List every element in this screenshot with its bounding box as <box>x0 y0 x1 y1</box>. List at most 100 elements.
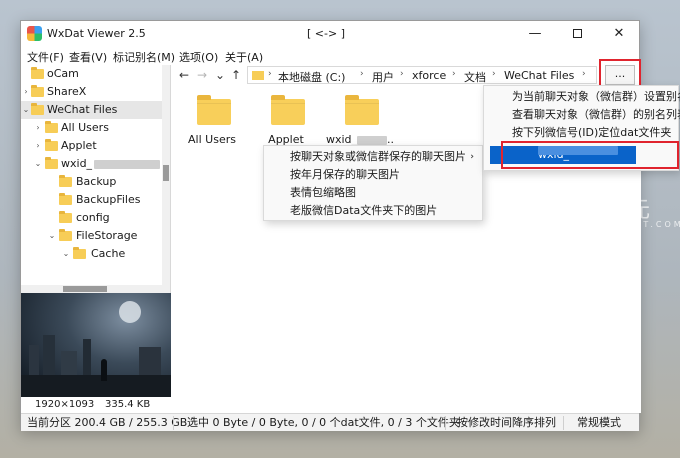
file-item-applet[interactable]: Applet <box>251 91 321 151</box>
folder-icon <box>45 139 58 151</box>
folder-icon <box>45 121 58 133</box>
tree-item-label: Cache <box>91 247 126 260</box>
chevron-right-icon: › <box>400 69 404 79</box>
status-selection: 选中 0 Byte / 0 Byte, 0 / 0 个dat文件, 0 / 3 … <box>187 416 460 429</box>
image-preview <box>21 293 171 397</box>
tree-item-wxid[interactable]: ⌄ wxid_ <box>21 155 163 173</box>
ctx-item-alias-list[interactable]: 查看聊天对象（微信群）的别名列表 <box>484 106 680 124</box>
tree-vertical-scrollbar[interactable] <box>162 65 170 293</box>
folder-icon <box>59 175 72 187</box>
forward-button[interactable]: → <box>195 67 209 83</box>
tree-horizontal-scroll-thumb[interactable] <box>63 286 107 292</box>
tree-item-backup[interactable]: Backup <box>21 173 163 191</box>
path-field[interactable]: › 本地磁盘 (C:) › 用户 › xforce › 文档 › WeChat … <box>247 66 597 84</box>
menu-alias[interactable]: 标记别名(M) <box>113 49 175 65</box>
status-divider <box>173 416 174 430</box>
center-title: [ <-> ] <box>307 27 345 40</box>
ctx-item-locate-by-id[interactable]: 按下列微信号(ID)定位dat文件夹 <box>484 124 678 142</box>
minimize-button[interactable]: — <box>515 21 555 47</box>
maximize-button[interactable] <box>557 21 597 47</box>
tree-item-applet[interactable]: › Applet <box>21 137 163 155</box>
tree-item-label: oCam <box>47 67 79 80</box>
folder-icon <box>59 211 72 223</box>
tree-item-label: ShareX <box>47 85 87 98</box>
ctx-item-by-month[interactable]: 按年月保存的聊天图片 <box>264 166 482 184</box>
folder-icon <box>31 103 44 115</box>
collapse-icon[interactable]: ⌄ <box>61 245 71 263</box>
menu-about[interactable]: 关于(A) <box>225 49 263 65</box>
tree-item-label: FileStorage <box>76 229 138 242</box>
ctx-item-legacy-data[interactable]: 老版微信Data文件夹下的图片 <box>264 202 482 220</box>
wxid-prefix: wxid_ <box>61 157 93 170</box>
collapse-icon[interactable]: ⌄ <box>47 227 57 245</box>
file-label: All Users <box>188 133 236 146</box>
tree-item-cache[interactable]: ⌄ Cache <box>21 245 163 263</box>
status-bar: 当前分区 200.4 GB / 255.3 GB 选中 0 Byte / 0 B… <box>21 413 639 431</box>
tree-item-label: wxid_ <box>61 155 161 173</box>
tree-horizontal-scrollbar[interactable] <box>21 285 170 293</box>
expand-icon[interactable]: › <box>21 83 31 101</box>
menu-bar: 文件(F) 查看(V) 标记别名(M) 选项(O) 关于(A) <box>21 47 639 65</box>
maximize-icon <box>572 29 582 38</box>
crumb-users[interactable]: 用户 <box>372 69 394 85</box>
ctx-item-label: 按年月保存的聊天图片 <box>290 168 400 181</box>
address-bar: ← → ⌄ ↑ › 本地磁盘 (C:) › 用户 › xforce › 文档 ›… <box>173 65 641 85</box>
file-item-all-users[interactable]: All Users <box>177 91 247 151</box>
tree-item-backupfiles[interactable]: BackupFiles <box>21 191 163 209</box>
crumb-xforce[interactable]: xforce <box>412 69 446 82</box>
crumb-drive[interactable]: 本地磁盘 (C:) <box>278 69 345 85</box>
tree-item-sharex[interactable]: › ShareX <box>21 83 163 101</box>
collapse-icon[interactable]: ⌄ <box>33 155 43 173</box>
tree-item-ocam[interactable]: oCam <box>21 65 163 83</box>
back-button[interactable]: ← <box>177 67 191 83</box>
tree-item-config[interactable]: config <box>21 209 163 227</box>
preview-moon <box>119 301 141 323</box>
menu-file[interactable]: 文件(F) <box>27 49 64 65</box>
tree-item-label: config <box>76 211 110 224</box>
folder-icon <box>252 71 264 80</box>
app-window: WxDat Viewer 2.5 [ <-> ] — ✕ 文件(F) 查看(V)… <box>20 20 680 431</box>
menu-view[interactable]: 查看(V) <box>69 49 107 65</box>
image-resolution: 1920×1093 <box>35 399 95 410</box>
chevron-right-icon: › <box>452 69 456 79</box>
menu-options[interactable]: 选项(O) <box>179 49 218 65</box>
ctx-item-label: 表情包缩略图 <box>290 186 356 199</box>
tree-item-label: BackupFiles <box>76 193 141 206</box>
tree-item-label: Backup <box>76 175 117 188</box>
title-bar[interactable]: WxDat Viewer 2.5 [ <-> ] — ✕ <box>21 21 639 47</box>
ctx-item-set-alias[interactable]: 为当前聊天对象（微信群）设置别名 <box>484 88 680 106</box>
image-size: 335.4 KB <box>105 399 151 410</box>
chevron-right-icon: › <box>268 69 272 79</box>
ctx-item-sticker-thumbs[interactable]: 表情包缩略图 <box>264 184 482 202</box>
tree-vertical-scroll-thumb[interactable] <box>163 165 169 181</box>
expand-icon[interactable]: › <box>33 119 43 137</box>
tree-item-label: Applet <box>61 139 97 152</box>
collapse-icon[interactable]: ⌄ <box>21 101 31 119</box>
close-button[interactable]: ✕ <box>599 21 639 47</box>
tree-item-label: WeChat Files <box>47 103 118 116</box>
folder-icon <box>59 229 72 241</box>
image-info: 1920×1093 335.4 KB <box>21 397 171 413</box>
tree-item-filestorage[interactable]: ⌄ FileStorage <box>21 227 163 245</box>
ctx-item-label: 老版微信Data文件夹下的图片 <box>290 204 438 217</box>
chevron-right-icon: › <box>492 69 496 79</box>
chevron-right-icon: › <box>470 152 474 162</box>
up-button[interactable]: ↑ <box>229 67 243 83</box>
crumb-documents[interactable]: 文档 <box>464 69 486 85</box>
history-dropdown-button[interactable]: ⌄ <box>213 67 227 83</box>
status-mode: 常规模式 <box>577 416 621 429</box>
highlight-wxid-item <box>501 141 679 169</box>
ctx-item-by-contact[interactable]: 按聊天对象或微信群保存的聊天图片 › <box>264 148 482 166</box>
tree-item-all-users[interactable]: › All Users <box>21 119 163 137</box>
ctx-item-label: 按聊天对象或微信群保存的聊天图片 <box>290 150 466 163</box>
preview-city <box>21 333 171 379</box>
chevron-right-icon: › <box>582 69 586 79</box>
status-partition: 当前分区 200.4 GB / 255.3 GB <box>27 416 188 429</box>
crumb-wechat-files[interactable]: WeChat Files <box>504 69 574 82</box>
file-item-wxid[interactable]: wxid_.. <box>325 91 395 151</box>
chevron-right-icon: › <box>360 69 364 79</box>
preview-ground <box>21 375 171 397</box>
tree-item-wechat-files[interactable]: ⌄ WeChat Files <box>21 101 163 119</box>
folder-icon <box>73 247 86 259</box>
expand-icon[interactable]: › <box>33 137 43 155</box>
